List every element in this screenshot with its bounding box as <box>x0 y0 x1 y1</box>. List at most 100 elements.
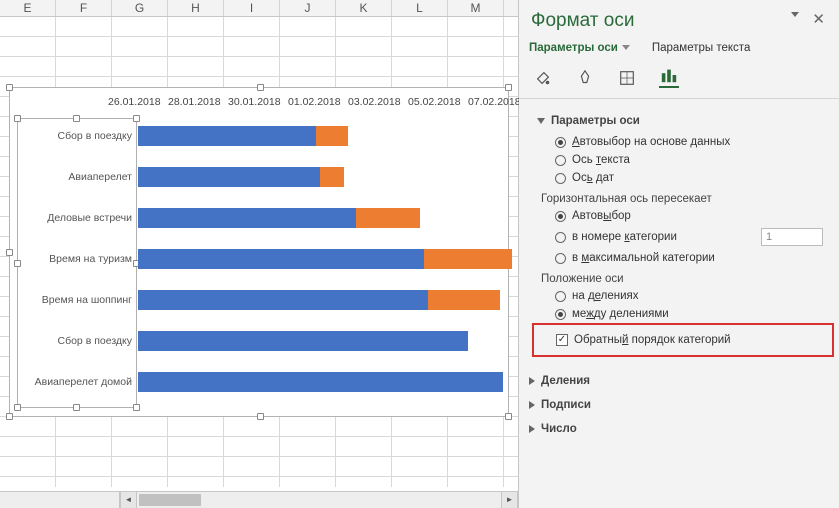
scroll-thumb[interactable] <box>139 494 201 506</box>
radio-label: Автовыбор на основе данных <box>572 136 730 148</box>
section-title: Подписи <box>541 399 591 411</box>
radio-axis-type-date[interactable]: Ось дат <box>537 169 829 187</box>
col-header[interactable]: F <box>56 0 112 16</box>
bar-row <box>138 208 420 228</box>
divider <box>519 98 839 99</box>
resize-handle[interactable] <box>73 115 80 122</box>
effects-icon[interactable] <box>575 68 595 88</box>
section-title: Деления <box>541 375 590 387</box>
scroll-track[interactable] <box>137 492 501 508</box>
close-icon[interactable]: ✕ <box>812 10 825 28</box>
resize-handle[interactable] <box>14 260 21 267</box>
col-header[interactable]: M <box>448 0 504 16</box>
radio-label: в номере категории <box>572 231 677 243</box>
crosses-label: Горизонтальная ось пересекает <box>537 187 829 207</box>
radio-label: Ось текста <box>572 154 630 166</box>
col-header[interactable]: I <box>224 0 280 16</box>
chevron-down-icon <box>537 118 545 124</box>
col-header[interactable]: L <box>392 0 448 16</box>
resize-handle[interactable] <box>257 84 264 91</box>
bar-segment-blue[interactable] <box>138 249 424 269</box>
axis-tick-label: 26.01.2018 <box>108 96 161 108</box>
bar-row <box>138 126 348 146</box>
pane-title: Формат оси <box>531 10 829 32</box>
section-header-axis-options[interactable]: Параметры оси <box>537 109 829 133</box>
category-label: Авиаперелет <box>22 172 132 184</box>
column-headers: E F G H I J K L M <box>0 0 518 17</box>
bar-segment-blue[interactable] <box>138 331 468 351</box>
section-header-ticks[interactable]: Деления <box>529 369 829 393</box>
axis-tick-label: 07.02.2018 <box>468 96 521 108</box>
category-number-input[interactable] <box>761 228 823 246</box>
category-label: Деловые встречи <box>22 213 132 225</box>
gantt-chart[interactable]: 26.01.2018 28.01.2018 30.01.2018 01.02.2… <box>9 87 509 417</box>
radio-crosses-at-max[interactable]: в максимальной категории <box>537 249 829 267</box>
radio-axis-type-auto[interactable]: Автовыбор на основе данных <box>537 133 829 151</box>
category-label: Сбор в поездку <box>22 336 132 348</box>
scroll-right-button[interactable]: ► <box>501 492 518 508</box>
chevron-right-icon <box>529 425 535 433</box>
resize-handle[interactable] <box>257 413 264 420</box>
cell-grid[interactable]: 26.01.2018 28.01.2018 30.01.2018 01.02.2… <box>0 17 518 487</box>
category-axis[interactable]: Сбор в поездку Авиаперелет Деловые встре… <box>17 118 137 408</box>
checkbox-label: Обратный порядок категорий <box>574 334 731 346</box>
section-title: Число <box>541 423 577 435</box>
bar-segment-blue[interactable] <box>138 167 320 187</box>
bar-segment-orange[interactable] <box>316 126 348 146</box>
section-title: Параметры оси <box>551 115 640 127</box>
resize-handle[interactable] <box>14 115 21 122</box>
axis-tick-label: 30.01.2018 <box>228 96 281 108</box>
col-header[interactable]: G <box>112 0 168 16</box>
bar-row <box>138 372 503 392</box>
resize-handle[interactable] <box>505 413 512 420</box>
bar-segment-orange[interactable] <box>320 167 344 187</box>
size-icon[interactable] <box>617 68 637 88</box>
bar-row <box>138 167 344 187</box>
fill-icon[interactable] <box>533 68 553 88</box>
axis-options-icon[interactable] <box>659 68 679 88</box>
radio-position-between[interactable]: между делениями <box>537 305 829 323</box>
option-category-icons <box>529 64 829 98</box>
section-header-labels[interactable]: Подписи <box>529 393 829 417</box>
resize-handle[interactable] <box>6 413 13 420</box>
resize-handle[interactable] <box>505 84 512 91</box>
tab-axis-options[interactable]: Параметры оси <box>529 42 630 54</box>
col-header[interactable]: H <box>168 0 224 16</box>
radio-crosses-auto[interactable]: Автовыбор <box>537 207 829 225</box>
horizontal-scrollbar[interactable]: ◄ ► <box>0 491 518 508</box>
radio-icon <box>555 232 566 243</box>
axis-tick-label: 28.01.2018 <box>168 96 221 108</box>
bar-segment-orange[interactable] <box>428 290 500 310</box>
resize-handle[interactable] <box>6 249 13 256</box>
checkbox-reverse-order[interactable]: ✓ Обратный порядок категорий <box>556 331 810 349</box>
radio-label: в максимальной категории <box>572 252 715 264</box>
bar-segment-blue[interactable] <box>138 208 356 228</box>
radio-crosses-at-category[interactable]: в номере категории <box>537 225 829 249</box>
scroll-left-button[interactable]: ◄ <box>120 492 137 508</box>
resize-handle[interactable] <box>73 404 80 411</box>
pane-options-dropdown-icon[interactable] <box>791 12 799 17</box>
radio-label: Автовыбор <box>572 210 631 222</box>
radio-icon <box>555 253 566 264</box>
bar-segment-blue[interactable] <box>138 290 428 310</box>
plot-area <box>138 118 505 406</box>
radio-position-on-ticks[interactable]: на делениях <box>537 287 829 305</box>
bar-segment-orange[interactable] <box>356 208 420 228</box>
col-header[interactable]: K <box>336 0 392 16</box>
bar-segment-orange[interactable] <box>424 249 512 269</box>
scrollbar-corner <box>0 492 120 508</box>
resize-handle[interactable] <box>14 404 21 411</box>
section-header-number[interactable]: Число <box>529 417 829 441</box>
bar-segment-blue[interactable] <box>138 372 503 392</box>
col-header[interactable]: E <box>0 0 56 16</box>
radio-axis-type-text[interactable]: Ось текста <box>537 151 829 169</box>
bar-segment-blue[interactable] <box>138 126 316 146</box>
checkbox-icon: ✓ <box>556 334 568 346</box>
axis-options-section: Параметры оси Автовыбор на основе данных… <box>529 107 829 369</box>
bar-row <box>138 331 468 351</box>
category-label: Время на туризм <box>22 254 132 266</box>
resize-handle[interactable] <box>6 84 13 91</box>
col-header[interactable]: J <box>280 0 336 16</box>
tab-text-options[interactable]: Параметры текста <box>652 42 750 54</box>
axis-tick-label: 05.02.2018 <box>408 96 461 108</box>
